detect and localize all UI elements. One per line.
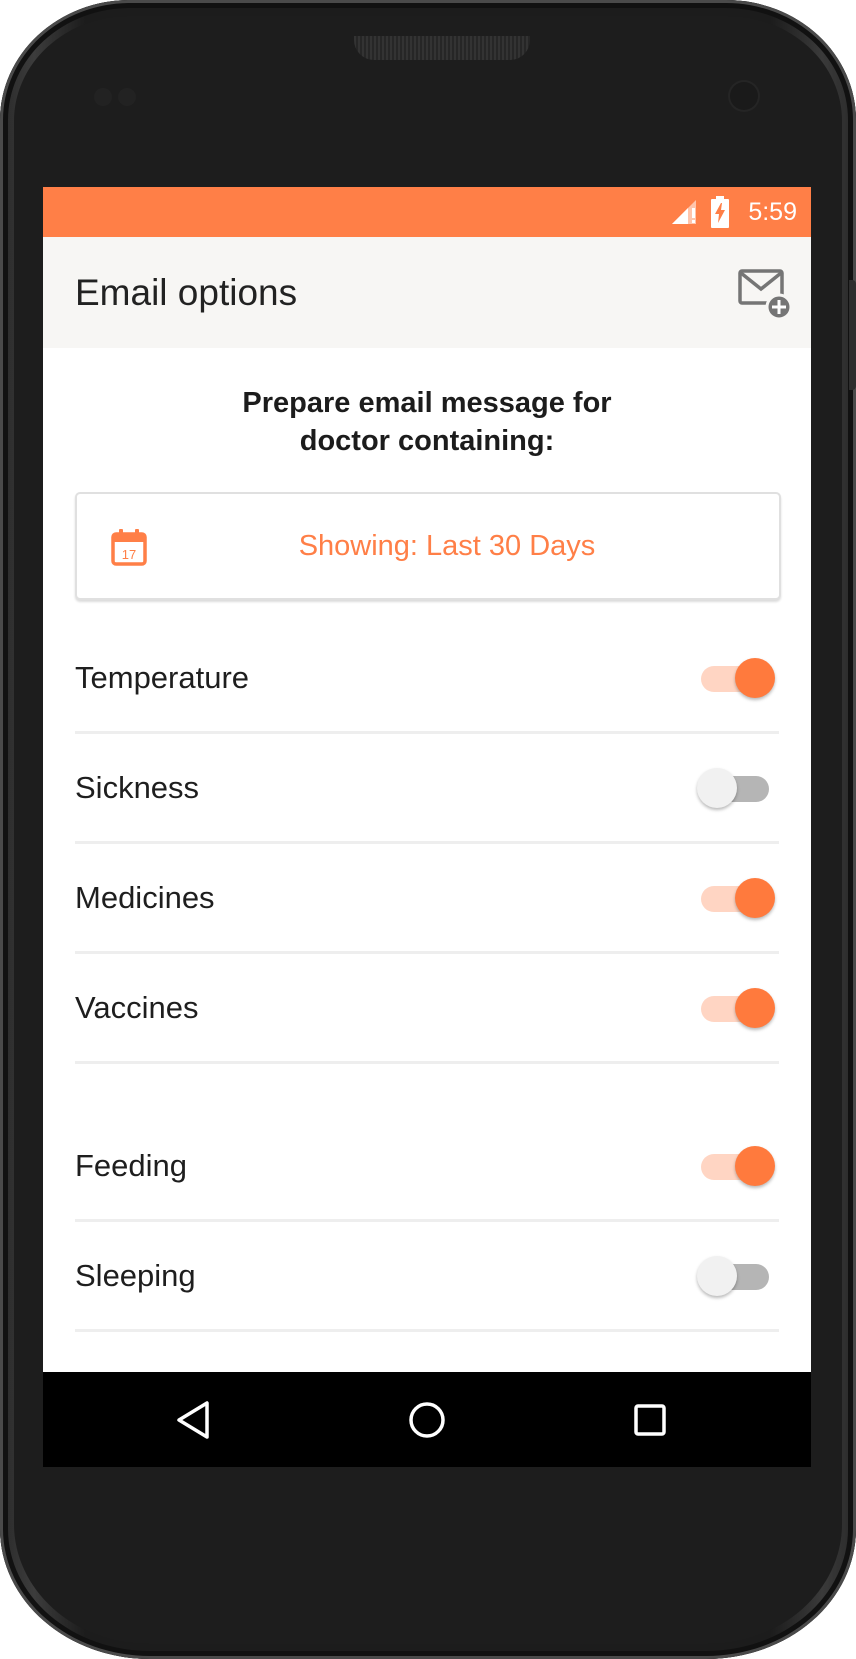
vaccines-toggle[interactable] — [697, 988, 775, 1028]
option-label: Sickness — [75, 770, 200, 805]
email-add-icon[interactable] — [737, 265, 793, 321]
option-row-vaccines: Vaccines — [75, 954, 779, 1064]
phone-device: 5:59 Email options Prepare email message… — [0, 0, 856, 1659]
option-label: Medicines — [75, 880, 215, 915]
sleeping-toggle[interactable] — [697, 1256, 773, 1296]
intro-line-2: doctor containing: — [299, 425, 555, 457]
recents-icon[interactable] — [629, 1399, 671, 1441]
intro-heading: Prepare email message for doctor contain… — [43, 384, 811, 460]
toggle-thumb — [735, 878, 775, 918]
date-range-label: Showing: Last 30 Days — [298, 530, 596, 562]
sickness-toggle[interactable] — [697, 768, 773, 808]
battery-charging-icon — [711, 196, 730, 228]
toggle-thumb — [697, 1256, 737, 1296]
option-label: Sleeping — [75, 1258, 196, 1293]
toggle-thumb — [735, 1146, 775, 1186]
intro-line-1: Prepare email message for — [242, 387, 612, 419]
page-title: Email options — [75, 272, 298, 313]
toggle-thumb — [697, 768, 737, 808]
option-label: Temperature — [75, 660, 250, 695]
option-row-sickness: Sickness — [75, 734, 779, 844]
proximity-sensor — [94, 88, 112, 106]
option-label: Vaccines — [75, 990, 199, 1025]
option-row-medicines: Medicines — [75, 844, 779, 954]
light-sensor — [118, 88, 136, 106]
toggle-thumb — [735, 988, 775, 1028]
date-range-selector[interactable]: 17 Showing: Last 30 Days — [75, 492, 781, 600]
signal-icon — [672, 200, 697, 224]
feeding-toggle[interactable] — [697, 1146, 775, 1186]
option-label: Feeding — [75, 1148, 188, 1183]
earpiece-speaker — [354, 36, 530, 60]
option-row-temperature: Temperature — [75, 624, 779, 734]
temperature-toggle[interactable] — [697, 658, 775, 698]
option-row-sleeping: Sleeping — [75, 1222, 779, 1332]
screen: 5:59 Email options Prepare email message… — [43, 187, 811, 1467]
toggle-thumb — [735, 658, 775, 698]
power-button — [849, 280, 856, 390]
navigation-bar — [43, 1372, 811, 1467]
home-icon[interactable] — [406, 1399, 448, 1441]
status-time: 5:59 — [748, 197, 797, 226]
front-camera — [730, 82, 758, 110]
app-bar: Email options — [43, 237, 811, 348]
status-bar: 5:59 — [43, 187, 811, 237]
back-icon[interactable] — [173, 1399, 215, 1441]
status-icons: 5:59 — [670, 187, 797, 237]
medicines-toggle[interactable] — [697, 878, 775, 918]
option-row-feeding: Feeding — [75, 1112, 779, 1222]
